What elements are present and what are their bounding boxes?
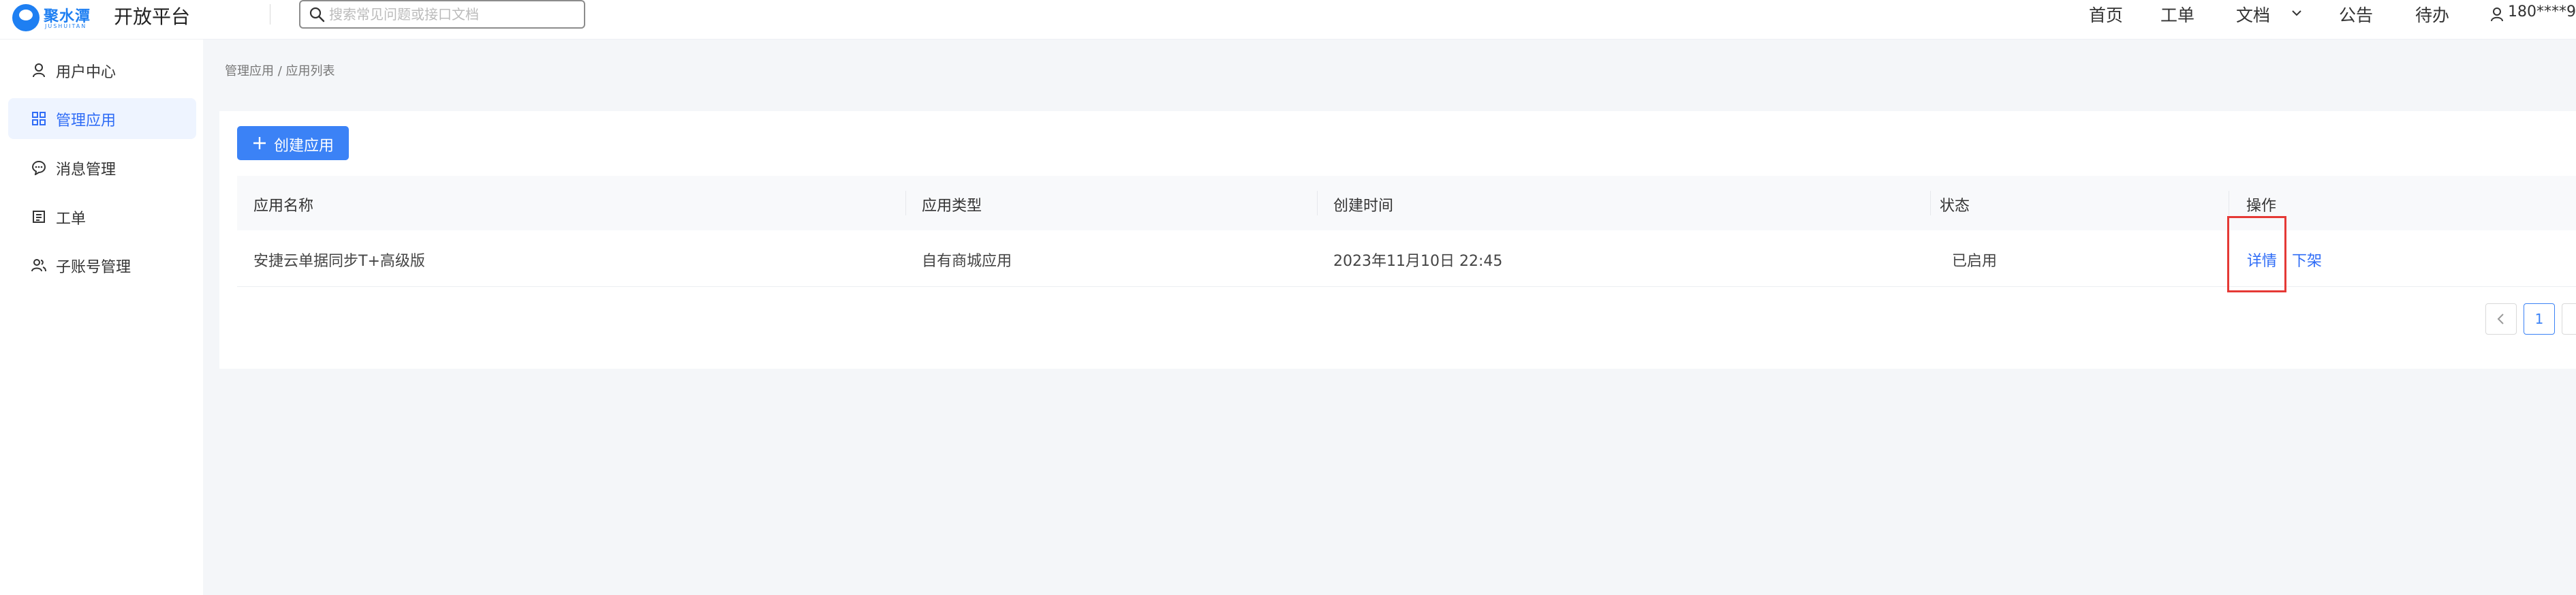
chevron-left-icon	[2497, 314, 2504, 324]
column-header-created: 创建时间	[1333, 198, 1394, 215]
nav-todo[interactable]: 待办	[2415, 2, 2449, 27]
nav-ticket[interactable]: 工单	[2160, 2, 2194, 27]
table-row: 安捷云单据同步T+高级版 自有商城应用 2023年11月10日 22:45 已启…	[237, 230, 2576, 287]
sidebar-item-label: 工单	[56, 211, 87, 228]
grid-icon	[32, 112, 46, 125]
table-header: 应用名称 应用类型 创建时间 状态 操作	[237, 176, 2576, 230]
sidebar-item-sub-accounts[interactable]: 子账号管理	[8, 245, 196, 286]
search-icon[interactable]	[309, 6, 325, 22]
column-header-name: 应用名称	[253, 198, 314, 215]
sidebar-item-tickets[interactable]: 工单	[8, 196, 196, 237]
column-header-type: 应用类型	[922, 198, 982, 215]
column-separator	[1930, 191, 1931, 215]
cell-created-time: 2023年11月10日 22:45	[1333, 253, 1503, 270]
message-icon	[31, 160, 46, 175]
sidebar-item-manage-apps[interactable]: 管理应用	[8, 98, 196, 139]
column-header-actions: 操作	[2246, 198, 2277, 215]
cell-app-name: 安捷云单据同步T+高级版	[253, 253, 425, 270]
user-icon[interactable]	[2490, 7, 2504, 22]
sidebar-item-label: 消息管理	[56, 162, 117, 179]
pagination-page-1[interactable]: 1	[2524, 303, 2555, 335]
logo-subtext: JUSHUITAN	[45, 23, 87, 29]
pagination-prev-button[interactable]	[2485, 303, 2517, 335]
platform-title: 开放平台	[114, 5, 191, 28]
create-app-label: 创建应用	[274, 138, 335, 155]
user-account[interactable]: 180****950	[2508, 3, 2576, 20]
column-separator	[905, 191, 906, 215]
delist-link[interactable]: 下架	[2292, 249, 2322, 271]
create-app-button[interactable]: 创建应用	[237, 126, 349, 160]
search-input[interactable]	[329, 4, 574, 25]
user-icon	[33, 63, 45, 78]
sidebar-item-messages[interactable]: 消息管理	[8, 147, 196, 188]
pagination-next-button[interactable]	[2562, 303, 2576, 335]
column-header-status: 状态	[1940, 198, 1970, 215]
nav-docs[interactable]: 文档	[2236, 2, 2270, 27]
cell-status: 已启用	[1952, 253, 1998, 270]
plus-icon	[253, 137, 266, 149]
nav-home[interactable]: 首页	[2089, 2, 2123, 27]
highlight-box	[2227, 216, 2286, 292]
cell-app-type: 自有商城应用	[922, 253, 1012, 270]
search-box	[299, 0, 585, 29]
nav-announcement[interactable]: 公告	[2339, 2, 2373, 27]
sidebar-item-label: 管理应用	[56, 112, 117, 129]
sidebar-item-label: 用户中心	[56, 64, 117, 81]
logo[interactable]: 聚水潭 JUSHUITAN	[12, 3, 95, 33]
sidebar-item-label: 子账号管理	[56, 259, 131, 276]
chevron-down-icon[interactable]	[2291, 9, 2302, 17]
sub-account-icon	[31, 259, 46, 272]
ticket-icon	[33, 211, 45, 223]
column-separator	[1317, 191, 1318, 215]
sidebar-item-user-center[interactable]: 用户中心	[8, 50, 196, 91]
logo-mark-icon	[12, 4, 40, 31]
top-bar: 聚水潭 JUSHUITAN 开放平台 首页 工单 文档 公告 待办 180***…	[0, 0, 2576, 40]
breadcrumb: 管理应用 / 应用列表	[225, 64, 335, 78]
